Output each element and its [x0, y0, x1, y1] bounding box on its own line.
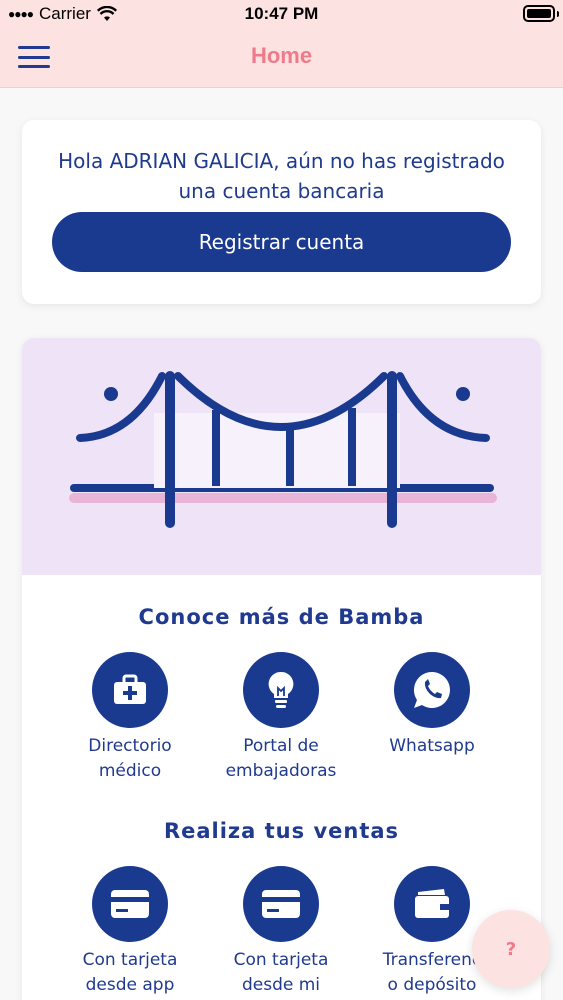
page-title: Home — [250, 43, 313, 68]
lightbulb-icon — [243, 652, 319, 728]
tile-label: Con tarjeta desde app — [55, 948, 205, 998]
nav-bar: Home — [0, 28, 563, 88]
label-line1: Whatsapp — [389, 736, 475, 756]
label-line1: Portal de — [243, 736, 319, 756]
label-line1: Con tarjeta — [233, 950, 329, 970]
label-line1: Con tarjeta — [82, 950, 178, 970]
status-time: 10:47 PM — [244, 4, 319, 23]
bridge-banner — [22, 338, 541, 575]
medical-directory-tile[interactable]: Directorio médico — [55, 652, 205, 784]
info-card: Conoce más de Bamba Directorio médico Po… — [22, 338, 541, 1000]
label-line2: embajadoras — [225, 761, 337, 781]
greeting-text: Hola ADRIAN GALICIA, aún no has registra… — [42, 146, 521, 206]
label-line2: desde mi — [241, 975, 321, 995]
card-app-sale-tile[interactable]: Con tarjeta desde app — [55, 866, 205, 998]
account-card: Hola ADRIAN GALICIA, aún no has registra… — [22, 120, 541, 304]
register-account-button[interactable]: Registrar cuenta — [52, 212, 511, 272]
bridge-illustration-icon — [69, 371, 497, 528]
sales-section-title: Realiza tus ventas — [163, 819, 400, 843]
battery-icon — [523, 5, 555, 22]
info-section-title: Conoce más de Bamba — [138, 605, 425, 629]
card-mine-sale-tile[interactable]: Con tarjeta desde mi — [206, 866, 356, 998]
label-line1: Directorio — [88, 736, 172, 756]
tile-label: Whatsapp — [357, 734, 507, 759]
credit-card-icon — [243, 866, 319, 942]
tile-label: Con tarjeta desde mi — [206, 948, 356, 998]
label-line2: médico — [98, 761, 162, 781]
whatsapp-icon — [394, 652, 470, 728]
status-bar: ●●●● Carrier 10:47 PM — [0, 0, 563, 28]
medical-kit-icon — [92, 652, 168, 728]
tile-label: Portal de embajadoras — [206, 734, 356, 784]
ambassador-portal-tile[interactable]: Portal de embajadoras — [206, 652, 356, 784]
help-button[interactable]: ? — [472, 910, 550, 988]
greeting-prefix: Hola — [58, 149, 104, 173]
wallet-icon — [394, 866, 470, 942]
label-line2: desde app — [85, 975, 175, 995]
credit-card-icon — [92, 866, 168, 942]
user-name: ADRIAN GALICIA — [109, 149, 274, 173]
tile-label: Directorio médico — [55, 734, 205, 784]
whatsapp-tile[interactable]: Whatsapp — [357, 652, 507, 759]
